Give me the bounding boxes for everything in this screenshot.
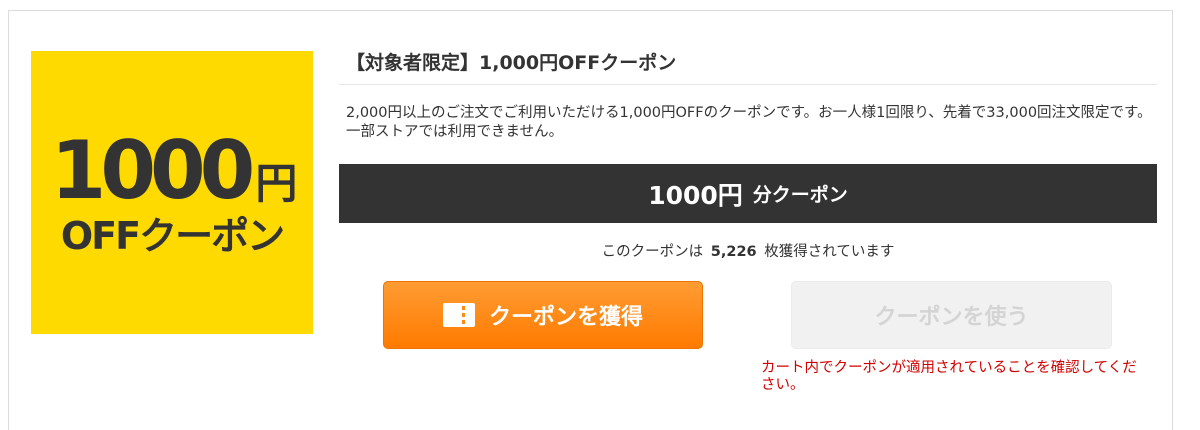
coupon-image-amount: 1000 [50,123,256,217]
get-coupon-label: クーポンを獲得 [488,305,643,330]
title-divider [339,84,1157,85]
coupon-image-off-text: OFFクーポン [60,213,285,258]
coupon-image-yen: 円 [255,158,298,208]
coupon-image-amount-row: 1000 円 [50,123,298,217]
ticket-icon [442,303,475,327]
use-coupon-button[interactable]: クーポンを使う [791,281,1112,349]
get-coupon-button[interactable]: クーポンを獲得 [383,281,703,349]
acquired-prefix: このクーポンは [601,244,704,260]
use-coupon-label: クーポンを使う [874,305,1029,330]
coupon-value-bar: 1000円 分クーポン [339,164,1157,223]
cart-notice: カート内でクーポンが適用されていることを確認してください。 [761,360,1137,393]
acquired-count: 5,226 [710,244,757,260]
acquired-suffix: 枚獲得されています [764,244,895,260]
acquired-count-text: このクーポンは 5,226 枚獲得されています [339,240,1157,261]
coupon-image: 1000 円 OFFクーポン [31,51,313,334]
coupon-description: 2,000円以上のご注文でご利用いただける1,000円OFFのクーポンです。お一… [346,105,1152,140]
coupon-title: 【対象者限定】1,000円OFFクーポン [346,52,677,74]
coupon-value-amount: 1000円 [648,180,743,210]
coupon-value-unit: 分クーポン [752,184,848,206]
